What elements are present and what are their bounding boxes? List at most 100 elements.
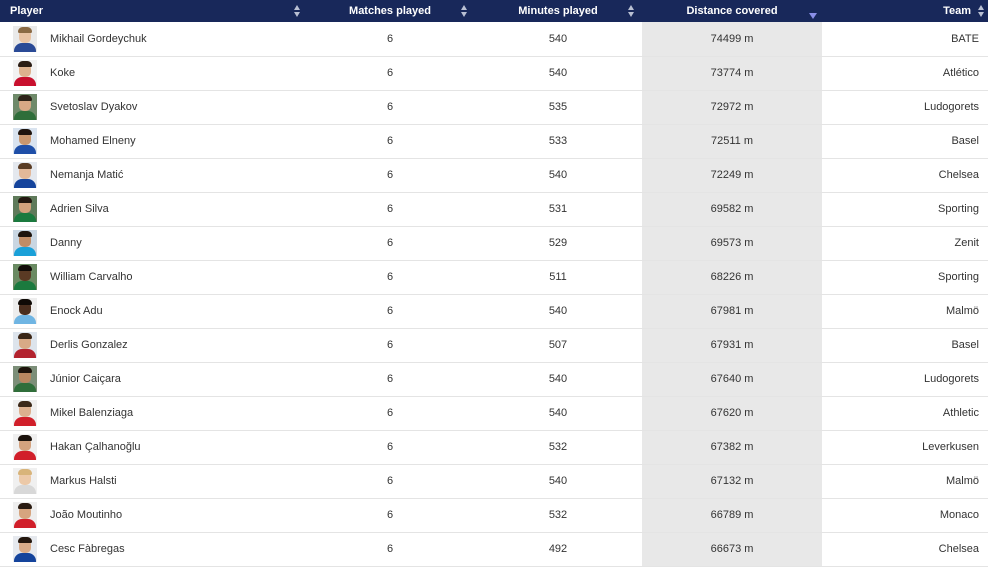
table-row[interactable]: Adrien Silva 6 531 69582 m Sporting — [0, 192, 988, 227]
table-row[interactable]: Svetoslav Dyakov 6 535 72972 m Ludogorets — [0, 90, 988, 125]
player-photo-icon — [13, 162, 37, 188]
table-row[interactable]: Derlis Gonzalez 6 507 67931 m Basel — [0, 328, 988, 363]
player-name[interactable]: William Carvalho — [50, 271, 133, 283]
player-cell[interactable]: João Moutinho — [0, 498, 306, 533]
player-photo-icon — [13, 230, 37, 256]
player-name[interactable]: Cesc Fàbregas — [50, 543, 125, 555]
table-row[interactable]: Mikhail Gordeychuk 6 540 74499 m BATE — [0, 22, 988, 57]
player-name[interactable]: Danny — [50, 237, 82, 249]
team-cell: BATE — [822, 22, 988, 57]
minutes-played-cell: 492 — [474, 532, 642, 567]
player-cell[interactable]: Cesc Fàbregas — [0, 532, 306, 567]
player-cell[interactable]: Derlis Gonzalez — [0, 328, 306, 363]
table-row[interactable]: Mikel Balenziaga 6 540 67620 m Athletic — [0, 396, 988, 431]
player-cell[interactable]: Mikel Balenziaga — [0, 396, 306, 431]
table-row[interactable]: Enock Adu 6 540 67981 m Malmö — [0, 294, 988, 329]
player-name[interactable]: Adrien Silva — [50, 203, 109, 215]
player-cell[interactable]: Markus Halsti — [0, 464, 306, 499]
player-cell[interactable]: William Carvalho — [0, 260, 306, 295]
minutes-played-cell: 511 — [474, 260, 642, 295]
distance-covered-cell: 72511 m — [642, 124, 822, 159]
player-name[interactable]: Derlis Gonzalez — [50, 339, 128, 351]
column-header-distance[interactable]: Distance covered — [642, 0, 822, 22]
table-row[interactable]: Nemanja Matić 6 540 72249 m Chelsea — [0, 158, 988, 193]
player-cell[interactable]: Danny — [0, 226, 306, 261]
player-cell[interactable]: Hakan Çalhanoğlu — [0, 430, 306, 465]
player-photo-icon — [13, 434, 37, 460]
table-row[interactable]: Markus Halsti 6 540 67132 m Malmö — [0, 464, 988, 499]
matches-played-cell: 6 — [306, 226, 474, 261]
minutes-played-cell: 540 — [474, 22, 642, 57]
team-cell: Chelsea — [822, 158, 988, 193]
team-cell: Ludogorets — [822, 362, 988, 397]
column-header-matches[interactable]: Matches played — [306, 0, 474, 22]
player-photo-icon — [13, 60, 37, 86]
column-header-team-label: Team — [943, 5, 971, 17]
player-cell[interactable]: Júnior Caiçara — [0, 362, 306, 397]
distance-covered-cell: 66673 m — [642, 532, 822, 567]
player-stats-table: Player Matches played Minutes played Dis… — [0, 0, 988, 567]
player-cell[interactable]: Koke — [0, 56, 306, 91]
minutes-played-cell: 540 — [474, 396, 642, 431]
team-cell: Leverkusen — [822, 430, 988, 465]
minutes-played-cell: 540 — [474, 158, 642, 193]
matches-played-cell: 6 — [306, 56, 474, 91]
sort-icon[interactable] — [978, 5, 985, 18]
player-name[interactable]: Enock Adu — [50, 305, 103, 317]
player-photo-icon — [13, 94, 37, 120]
player-name[interactable]: Markus Halsti — [50, 475, 117, 487]
team-cell: Sporting — [822, 260, 988, 295]
column-header-player-label: Player — [10, 5, 44, 17]
player-photo-icon — [13, 400, 37, 426]
player-cell[interactable]: Adrien Silva — [0, 192, 306, 227]
minutes-played-cell: 532 — [474, 498, 642, 533]
player-cell[interactable]: Enock Adu — [0, 294, 306, 329]
player-name[interactable]: Mikhail Gordeychuk — [50, 33, 147, 45]
player-name[interactable]: Júnior Caiçara — [50, 373, 121, 385]
player-name[interactable]: Svetoslav Dyakov — [50, 101, 137, 113]
matches-played-cell: 6 — [306, 464, 474, 499]
player-photo-icon — [13, 502, 37, 528]
table-row[interactable]: João Moutinho 6 532 66789 m Monaco — [0, 498, 988, 533]
column-header-player[interactable]: Player — [0, 0, 306, 22]
column-header-team[interactable]: Team — [822, 0, 988, 22]
table-row[interactable]: Cesc Fàbregas 6 492 66673 m Chelsea — [0, 532, 988, 567]
player-cell[interactable]: Mohamed Elneny — [0, 124, 306, 159]
sort-icon[interactable] — [294, 5, 301, 18]
player-photo-icon — [13, 196, 37, 222]
distance-covered-cell: 72972 m — [642, 90, 822, 125]
matches-played-cell: 6 — [306, 396, 474, 431]
player-name[interactable]: Hakan Çalhanoğlu — [50, 441, 141, 453]
player-cell[interactable]: Mikhail Gordeychuk — [0, 22, 306, 57]
team-cell: Malmö — [822, 464, 988, 499]
player-name[interactable]: Nemanja Matić — [50, 169, 123, 181]
distance-covered-cell: 69582 m — [642, 192, 822, 227]
player-name[interactable]: Koke — [50, 67, 75, 79]
player-photo-icon — [13, 366, 37, 392]
distance-covered-cell: 68226 m — [642, 260, 822, 295]
table-row[interactable]: Hakan Çalhanoğlu 6 532 67382 m Leverkusen — [0, 430, 988, 465]
minutes-played-cell: 507 — [474, 328, 642, 363]
table-row[interactable]: Júnior Caiçara 6 540 67640 m Ludogorets — [0, 362, 988, 397]
player-cell[interactable]: Nemanja Matić — [0, 158, 306, 193]
player-name[interactable]: Mikel Balenziaga — [50, 407, 133, 419]
table-row[interactable]: Koke 6 540 73774 m Atlético — [0, 56, 988, 91]
team-cell: Monaco — [822, 498, 988, 533]
sort-icon[interactable] — [628, 5, 635, 18]
minutes-played-cell: 532 — [474, 430, 642, 465]
player-name[interactable]: Mohamed Elneny — [50, 135, 136, 147]
team-cell: Atlético — [822, 56, 988, 91]
player-cell[interactable]: Svetoslav Dyakov — [0, 90, 306, 125]
sort-icon[interactable] — [461, 5, 468, 18]
table-row[interactable]: Mohamed Elneny 6 533 72511 m Basel — [0, 124, 988, 159]
minutes-played-cell: 540 — [474, 362, 642, 397]
column-header-minutes[interactable]: Minutes played — [474, 0, 642, 22]
table-row[interactable]: Danny 6 529 69573 m Zenit — [0, 226, 988, 261]
player-name[interactable]: João Moutinho — [50, 509, 122, 521]
distance-covered-cell: 67382 m — [642, 430, 822, 465]
table-row[interactable]: William Carvalho 6 511 68226 m Sporting — [0, 260, 988, 295]
sort-descending-icon[interactable] — [809, 13, 817, 19]
team-cell: Zenit — [822, 226, 988, 261]
player-photo-icon — [13, 536, 37, 562]
minutes-played-cell: 540 — [474, 464, 642, 499]
